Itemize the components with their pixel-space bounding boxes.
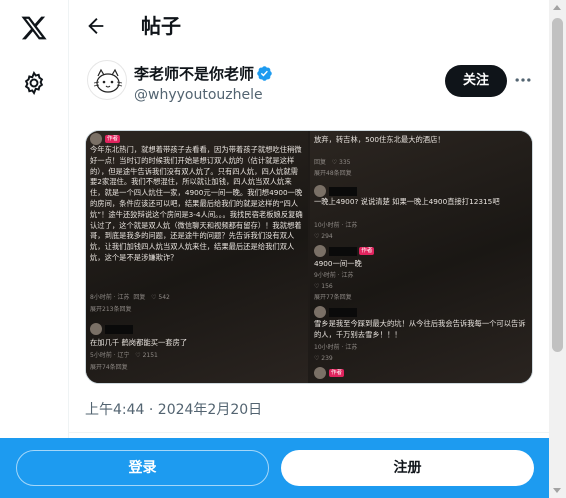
commenter-avatar <box>314 367 326 379</box>
screenshot-comment-text: 在加几千 鹤岗都能买一套房了 <box>90 338 188 347</box>
top-bar: 帖子 <box>69 0 550 54</box>
commenter-avatar <box>90 133 102 145</box>
gear-icon[interactable] <box>21 70 47 96</box>
commenter-avatar <box>90 323 102 335</box>
redacted-name <box>329 246 357 256</box>
commenter-avatar <box>314 245 326 257</box>
more-icon[interactable] <box>513 70 533 90</box>
author-handle[interactable]: @whyyoutouzhele <box>134 86 263 104</box>
scrollbar[interactable] <box>549 0 566 498</box>
media-image-left[interactable]: 作者 今年东北热门，就想着带孩子去看看，因为带着孩子就想吃住稍微好一点！当时订的… <box>86 131 308 383</box>
screenshot-comment-text: 放弃，转吉林，500住东北最大的酒店！ <box>314 135 445 144</box>
screenshot-reply: 回复 <box>133 294 146 301</box>
screenshot-likes: 294 <box>321 233 333 240</box>
redacted-name <box>329 186 357 196</box>
screenshot-comment-text: 今年东北热门，就想着带孩子去看看，因为带着孩子就想吃住稍微好一点！当时订的时候我… <box>90 145 303 262</box>
redacted-name <box>329 307 357 317</box>
screenshot-comment-text: 一晚上4900? 说说清楚 如果一晚上4900直接打12315吧 <box>314 197 500 206</box>
page-title: 帖子 <box>141 14 181 38</box>
scrollbar-thumb[interactable] <box>552 18 563 352</box>
back-arrow-icon[interactable] <box>85 15 107 37</box>
screenshot-meta: 9小时前 · 江苏 <box>314 272 354 279</box>
scroll-up-arrow-icon[interactable] <box>553 5 561 10</box>
screenshot-comment-text: 雪乡是我至今踩到最大的坑！从今往后我会告诉我每一个可以告诉的人，千万别去雪乡！！… <box>314 319 526 339</box>
signup-button[interactable]: 注册 <box>281 450 534 486</box>
screenshot-likes: 239 <box>321 355 333 362</box>
screenshot-expand: 展开213条回复 <box>90 306 132 313</box>
divider <box>69 432 550 433</box>
author-tag: 作者 <box>359 247 375 255</box>
scroll-down-arrow-icon[interactable] <box>553 488 561 493</box>
post-column: 帖子 李老师不是你老师 @whyyoutouzhele 关注 作者 今年东北热门… <box>68 0 550 498</box>
commenter-avatar <box>314 185 326 197</box>
screenshot-expand: 展开48条回复 <box>314 170 352 177</box>
screenshot-comment-text: 4900一间一晚 <box>314 259 362 268</box>
screenshot-meta: 10小时前 · 江苏 <box>314 344 358 351</box>
screenshot-meta: 10小时前 · 江苏 <box>314 222 358 229</box>
follow-button[interactable]: 关注 <box>445 65 507 97</box>
signin-bar: 登录 注册 <box>0 438 549 498</box>
login-button[interactable]: 登录 <box>16 450 269 486</box>
screenshot-expand: 展开77条回复 <box>314 294 352 301</box>
screenshot-likes: 156 <box>321 283 333 290</box>
post-media[interactable]: 作者 今年东北热门，就想着带孩子去看看，因为带着孩子就想吃住稍微好一点！当时订的… <box>85 130 533 384</box>
author-name-text: 李老师不是你老师 <box>134 65 255 83</box>
verified-badge-icon <box>257 66 272 81</box>
avatar[interactable] <box>87 60 127 100</box>
x-logo-icon[interactable] <box>20 14 48 42</box>
left-nav <box>0 0 68 498</box>
screenshot-reply: 回复 <box>314 159 327 166</box>
author-name[interactable]: 李老师不是你老师 <box>134 64 273 84</box>
media-image-right[interactable]: 放弃，转吉林，500住东北最大的酒店！ 回复 ♡ 335 展开48条回复 一晚上… <box>310 131 532 383</box>
screenshot-likes: 335 <box>339 159 351 166</box>
author-tag: 作者 <box>329 369 345 377</box>
post-timestamp[interactable]: 上午4:44 · 2024年2月20日 <box>85 400 262 420</box>
screenshot-likes: 2151 <box>142 352 158 359</box>
redacted-name <box>105 324 133 334</box>
screenshot-likes: 542 <box>158 294 170 301</box>
screenshot-expand: 展开74条回复 <box>90 364 128 371</box>
author-tag: 作者 <box>105 135 121 143</box>
screenshot-meta: 8小时前 · 江苏 <box>90 294 130 301</box>
screenshot-meta: 5小时前 · 辽宁 <box>90 352 130 359</box>
commenter-avatar <box>314 306 326 318</box>
